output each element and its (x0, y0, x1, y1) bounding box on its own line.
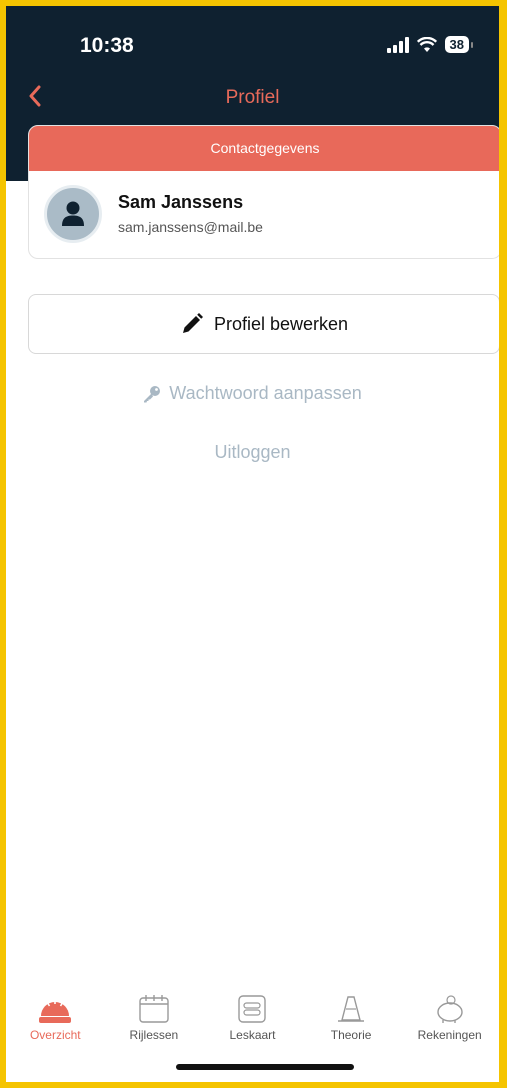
card-icon (238, 995, 267, 1023)
wifi-icon (416, 36, 437, 52)
status-time: 10:38 (80, 34, 134, 57)
avatar (44, 185, 102, 243)
traffic-cone-icon (338, 996, 365, 1022)
tab-label-rijlessen: Rijlessen (129, 1028, 179, 1042)
tab-overzicht[interactable]: Overzicht (6, 994, 105, 1054)
profile-name: Sam Janssens (118, 192, 244, 212)
tab-bar: Overzicht Rijlessen Leskaart Theorie Rek… (6, 994, 499, 1054)
tab-label-leskaart: Leskaart (229, 1028, 276, 1042)
logout-link[interactable]: Uitloggen (6, 442, 499, 463)
contact-card: Contactgegevens Sam Janssens sam.janssen… (28, 125, 499, 259)
tab-label-theorie: Theorie (330, 1028, 372, 1042)
edit-profile-label: Profiel bewerken (213, 313, 349, 334)
battery-indicator: 38 (444, 36, 474, 53)
tab-rijlessen[interactable]: Rijlessen (105, 994, 204, 1054)
user-icon (62, 201, 84, 226)
change-password-label: Wachtwoord aanpassen (169, 383, 362, 403)
status-icons: 38 (386, 36, 474, 53)
change-password-link[interactable]: Wachtwoord aanpassen (6, 383, 499, 404)
tab-leskaart[interactable]: Leskaart (203, 994, 302, 1054)
tab-label-rekeningen: Rekeningen (417, 1028, 482, 1042)
app-frame: 10:38 38 Profiel Contactgegevens Sam Jan… (6, 6, 499, 1082)
status-bar: 10:38 38 (6, 32, 499, 62)
key-icon (144, 385, 161, 402)
card-header: Contactgegevens (29, 126, 499, 171)
tab-rekeningen[interactable]: Rekeningen (400, 994, 499, 1054)
piggy-bank-icon (436, 995, 463, 1023)
page-title: Profiel (225, 87, 280, 108)
tab-theorie[interactable]: Theorie (302, 994, 401, 1054)
calendar-icon (139, 995, 169, 1023)
profile-email: sam.janssens@mail.be (118, 219, 263, 235)
navbar: Profiel (6, 84, 499, 114)
sunrise-icon (39, 999, 72, 1023)
tab-label-overzicht: Overzicht (29, 1028, 81, 1042)
pencil-icon (182, 313, 203, 333)
home-indicator (176, 1064, 354, 1070)
signal-icon (386, 36, 409, 53)
edit-profile-button[interactable]: Profiel bewerken (28, 294, 499, 354)
